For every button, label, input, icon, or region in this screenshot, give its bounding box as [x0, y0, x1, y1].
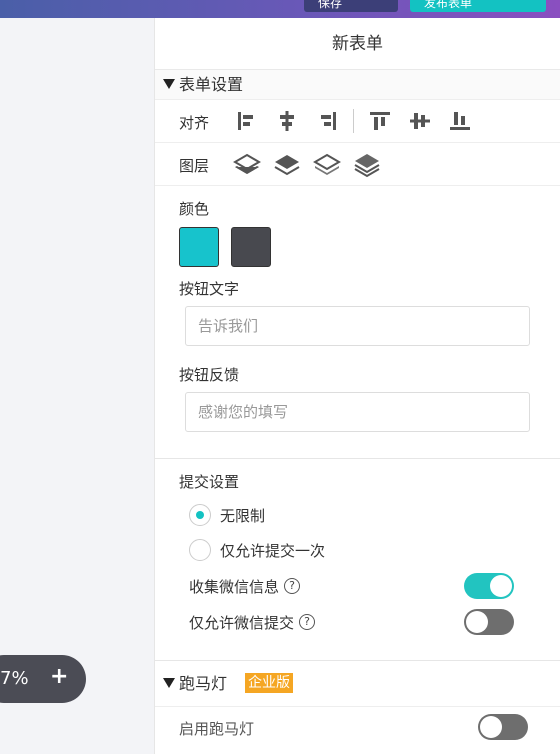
toggle-knob [466, 611, 488, 633]
layer-up-icon[interactable] [273, 151, 301, 179]
radio-unlimited[interactable]: 无限制 [189, 504, 265, 526]
wechat-only-row: 仅允许微信提交 ? [189, 609, 514, 635]
toggle-knob [490, 575, 512, 597]
marquee-title: 跑马灯 [179, 674, 228, 693]
collect-wechat-row: 收集微信信息 ? [189, 573, 514, 599]
zoom-in-button[interactable]: + [50, 664, 68, 689]
form-settings-header[interactable]: 表单设置 [155, 70, 560, 100]
align-middle-v-icon[interactable] [408, 109, 432, 133]
toolbar-divider [353, 109, 354, 133]
color-swatch-primary[interactable] [179, 227, 219, 267]
align-top-icon[interactable] [368, 109, 392, 133]
button-feedback-label: 按钮反馈 [179, 366, 240, 384]
zoom-level: 7% [0, 668, 29, 689]
marquee-header[interactable]: 跑马灯 企业版 [155, 661, 560, 707]
marquee-enable-toggle[interactable] [478, 714, 528, 740]
appearance-block: 颜色 按钮文字 告诉我们 按钮反馈 感谢您的填写 [155, 186, 560, 459]
zoom-control: 7% + [0, 655, 86, 703]
button-text-input[interactable]: 告诉我们 [185, 306, 530, 346]
align-right-icon[interactable] [315, 109, 339, 133]
help-icon[interactable]: ? [284, 578, 301, 594]
submit-settings-block: 提交设置 无限制 仅允许提交一次 收集微信信息 ? 仅允许微信提交 ? [155, 459, 560, 661]
layer-label: 图层 [179, 157, 210, 175]
align-label: 对齐 [179, 114, 210, 132]
button-feedback-input[interactable]: 感谢您的填写 [185, 392, 530, 432]
radio-unlimited-label: 无限制 [220, 506, 266, 525]
collect-wechat-label: 收集微信信息 [189, 577, 280, 596]
radio-once-label: 仅允许提交一次 [220, 541, 326, 560]
save-button[interactable]: 保存 [304, 0, 398, 12]
properties-panel: 新表单 表单设置 对齐 图层 颜色 按钮文字 告诉我们 按钮反馈 感谢您的填写 … [154, 18, 560, 754]
align-bottom-icon[interactable] [448, 109, 472, 133]
help-icon[interactable]: ? [299, 614, 316, 630]
wechat-only-toggle[interactable] [464, 609, 514, 635]
layer-bottom-icon[interactable] [353, 151, 381, 179]
layer-row: 图层 [155, 143, 560, 186]
align-center-h-icon[interactable] [275, 109, 299, 133]
collapse-triangle-icon [163, 79, 175, 89]
top-toolbar: 保存 发布表单 [0, 0, 560, 18]
color-swatch-secondary[interactable] [231, 227, 271, 267]
form-canvas: 7% + [0, 18, 154, 754]
align-left-icon[interactable] [235, 109, 259, 133]
color-label: 颜色 [179, 200, 210, 218]
collect-wechat-toggle[interactable] [464, 573, 514, 599]
align-row: 对齐 [155, 100, 560, 143]
marquee-enable-label: 启用跑马灯 [179, 720, 255, 738]
enterprise-badge: 企业版 [245, 673, 294, 693]
collapse-triangle-icon [163, 678, 175, 688]
form-settings-title: 表单设置 [179, 75, 244, 94]
toggle-knob [480, 716, 502, 738]
button-text-label: 按钮文字 [179, 280, 240, 298]
submit-settings-title: 提交设置 [179, 473, 240, 491]
radio-selected-icon[interactable] [189, 504, 211, 526]
layer-top-icon[interactable] [233, 151, 261, 179]
marquee-enable-row: 启用跑马灯 [155, 707, 560, 747]
publish-button[interactable]: 发布表单 [410, 0, 546, 12]
layer-down-icon[interactable] [313, 151, 341, 179]
radio-unselected-icon[interactable] [189, 539, 211, 561]
radio-once[interactable]: 仅允许提交一次 [189, 539, 325, 561]
wechat-only-label: 仅允许微信提交 [189, 613, 295, 632]
panel-title: 新表单 [155, 18, 560, 70]
